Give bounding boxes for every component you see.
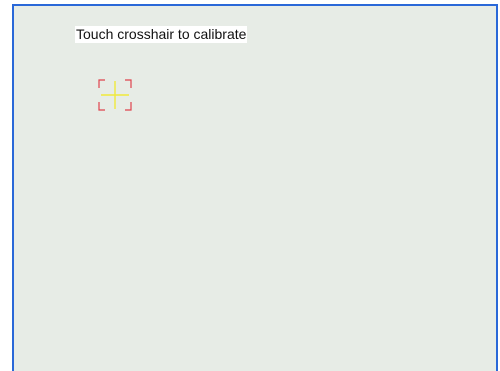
calibration-instruction: Touch crosshair to calibrate [75,26,248,43]
calibration-screen[interactable]: Touch crosshair to calibrate [12,4,498,371]
crosshair-target-icon[interactable] [98,79,132,111]
